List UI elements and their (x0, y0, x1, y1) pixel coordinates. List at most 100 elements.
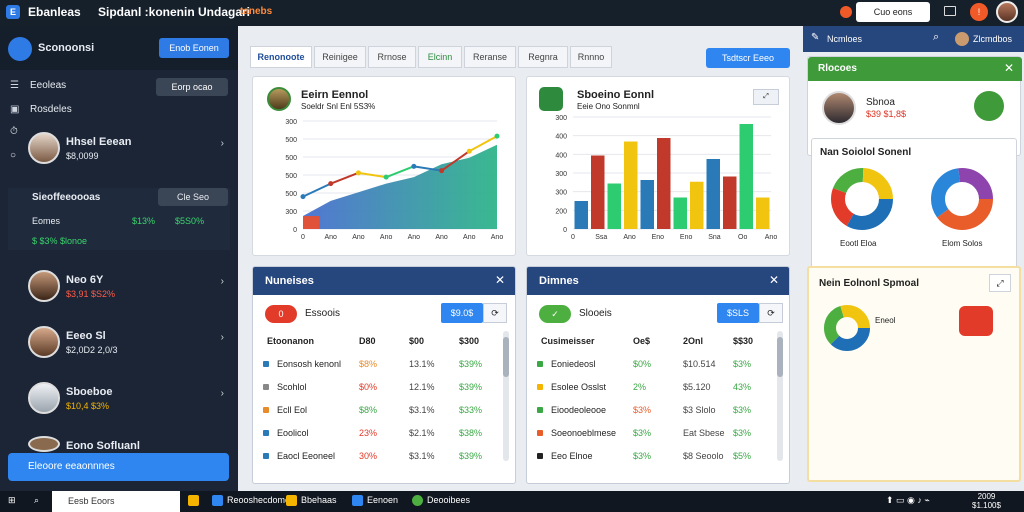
sidebar-bottom-button[interactable]: Eleoore eeaonnnes (8, 453, 229, 481)
table-cell: $5% (733, 451, 752, 461)
data-table: Etoonanon D80 $00 $300 Eonsosh kenonl $8% 13.1… (259, 331, 511, 469)
tab-1[interactable]: Reinigee (314, 46, 366, 68)
status-label: tanebs (240, 6, 273, 17)
close-icon[interactable]: ✕ (1004, 61, 1014, 75)
expand-icon[interactable]: ⤢ (989, 274, 1011, 292)
sidebar-item-label: Eeoleas (30, 80, 67, 91)
data-table: Cusimeisser Oe$ 2Onl $$30 Eoniedeosl $0% $10.5… (533, 331, 785, 469)
search-icon[interactable]: ⌕ (34, 495, 39, 506)
folder-icon[interactable] (188, 495, 203, 507)
refresh-icon[interactable]: ⟳ (759, 303, 783, 323)
close-icon[interactable]: ✕ (769, 273, 779, 287)
column-header[interactable]: Etoonanon (267, 336, 314, 346)
sidebar-header-button[interactable]: Enob Eonen (159, 38, 229, 58)
tab-5[interactable]: Regnra (518, 46, 568, 68)
bar (624, 141, 638, 229)
x-tick-label: Ano (463, 234, 476, 241)
column-header[interactable]: $300 (459, 336, 479, 346)
tab-0[interactable]: Renonoote (250, 46, 312, 68)
table-cell: $3.1% (409, 405, 435, 415)
notification-icon[interactable]: ! (970, 3, 988, 21)
table-cell: $8 Seoolo (683, 451, 724, 461)
pencil-icon[interactable]: ✎ (811, 32, 819, 43)
avatar[interactable] (955, 32, 969, 46)
table-row[interactable]: Scohlol $0% 12.1% $39% (259, 377, 511, 400)
panel-button[interactable]: $SLS (717, 303, 759, 323)
section-dropdown[interactable]: Cle Seo (158, 188, 228, 206)
line-chart-card: Eeirn Eennol Soeldr Snl Enl 5S3% 0 300 500… (252, 76, 516, 256)
sidebar-item-1[interactable]: ▣ Rosdeles (10, 104, 72, 115)
table-row[interactable]: Eioodeoleooe $3% $3 Slolo $3% (533, 400, 785, 423)
gear-icon[interactable] (974, 91, 1004, 121)
section-row: Eomes $13% $5S0% (32, 216, 204, 226)
circle-icon[interactable]: ○ (10, 150, 16, 161)
x-tick-label: 0 (571, 234, 575, 241)
person-name: Eono Sofluanl (66, 440, 140, 452)
table-cell: $3.1% (409, 451, 435, 461)
table-cell: $39% (459, 359, 483, 369)
sidebar-item-0[interactable]: ☰ Eeoleas (10, 80, 66, 91)
y-tick-label: 500 (285, 137, 297, 144)
top-action-button[interactable]: Tsdtscr Eeeo (706, 48, 790, 68)
app-label: Deooibees (427, 495, 471, 505)
taskbar-app-2[interactable]: Eenoen (352, 495, 398, 507)
close-icon[interactable]: ✕ (495, 273, 505, 287)
line-segment (302, 182, 332, 198)
table-row[interactable]: Eoniedeosl $0% $10.514 $3% (533, 354, 785, 377)
panel-button[interactable]: $9.0$ (441, 303, 483, 323)
scrollbar[interactable] (777, 331, 783, 461)
search-icon[interactable]: ⌕ (933, 31, 939, 44)
refresh-icon[interactable]: ⟳ (483, 303, 507, 323)
column-header[interactable]: $$30 (733, 336, 753, 346)
puzzle-icon[interactable] (959, 306, 993, 336)
avatar (28, 270, 60, 302)
row-value: $5S0% (175, 216, 205, 226)
table-cell: $39% (459, 382, 483, 392)
table-row[interactable]: Eoolicol 23% $2.1% $38% (259, 423, 511, 446)
column-header[interactable]: $00 (409, 336, 424, 346)
chevron-right-icon: › (220, 138, 224, 149)
right-panel-header: ✎ Ncmloes ⌕ Zlcmdbos (803, 26, 1024, 52)
y-tick-label: 300 (555, 115, 567, 122)
column-header[interactable]: 2Onl (683, 336, 703, 346)
app-label: Bbehaas (301, 495, 337, 505)
clock[interactable]: 2009 $1.100$ (972, 492, 1001, 510)
table-cell: $3% (633, 451, 652, 461)
search-button[interactable]: Cuo eons (856, 2, 930, 22)
table-row[interactable]: Eonsosh kenonl $8% 13.1% $39% (259, 354, 511, 377)
bell-icon[interactable] (840, 6, 852, 18)
scrollbar[interactable] (503, 331, 509, 461)
person-sub: $39 $1,8$ (866, 109, 907, 119)
tab-4[interactable]: Reranse (464, 46, 516, 68)
tab-6[interactable]: Rnnno (570, 46, 612, 68)
x-tick-label: Ssa (595, 234, 607, 241)
tab-3[interactable]: Elcinn (418, 46, 462, 68)
table-row[interactable]: Eaocl Eeoneel 30% $3.1% $39% (259, 446, 511, 469)
user-avatar[interactable] (996, 1, 1018, 23)
table-row[interactable]: Esolee Osslst 2% $5.120 43% (533, 377, 785, 400)
windows-icon[interactable]: ⊞ (8, 495, 16, 506)
sidebar-dark-button[interactable]: Eorp ocao (156, 78, 228, 96)
box-header: Rlocoes ✕ (808, 57, 1022, 81)
taskbar-app-1[interactable]: Bbehaas (286, 495, 337, 507)
taskbar-app-0[interactable]: Reooshecdome (212, 495, 291, 507)
tab-2[interactable]: Rrnose (368, 46, 416, 68)
table-row[interactable]: Soeonoeblmese $3% Eat Sbese $3% (533, 423, 785, 446)
tray-icons[interactable]: ⬆ ▭ ◉ ♪ ⌁ (886, 495, 930, 506)
table-cell: Eaocl Eeoneel (277, 451, 336, 461)
column-header[interactable]: Cusimeisser (541, 336, 595, 346)
mail-icon[interactable] (944, 6, 956, 16)
taskbar-app-3[interactable]: Deooibees (412, 495, 471, 507)
profile-icon[interactable] (8, 37, 32, 61)
scrollbar-thumb[interactable] (503, 337, 509, 377)
taskbar-search[interactable]: Eesb Eoors (52, 491, 180, 512)
table-row[interactable]: Ecll Eol $8% $3.1% $33% (259, 400, 511, 423)
table-header: Cusimeisser Oe$ 2Onl $$30 (533, 331, 785, 354)
app-label: Reooshecdome (227, 495, 291, 505)
scrollbar-thumb[interactable] (777, 337, 783, 377)
timer-icon[interactable]: ⏱ (10, 126, 18, 137)
column-header[interactable]: Oe$ (633, 336, 650, 346)
bar (657, 138, 671, 229)
column-header[interactable]: D80 (359, 336, 376, 346)
table-row[interactable]: Eeo Elnoe $3% $8 Seoolo $5% (533, 446, 785, 469)
